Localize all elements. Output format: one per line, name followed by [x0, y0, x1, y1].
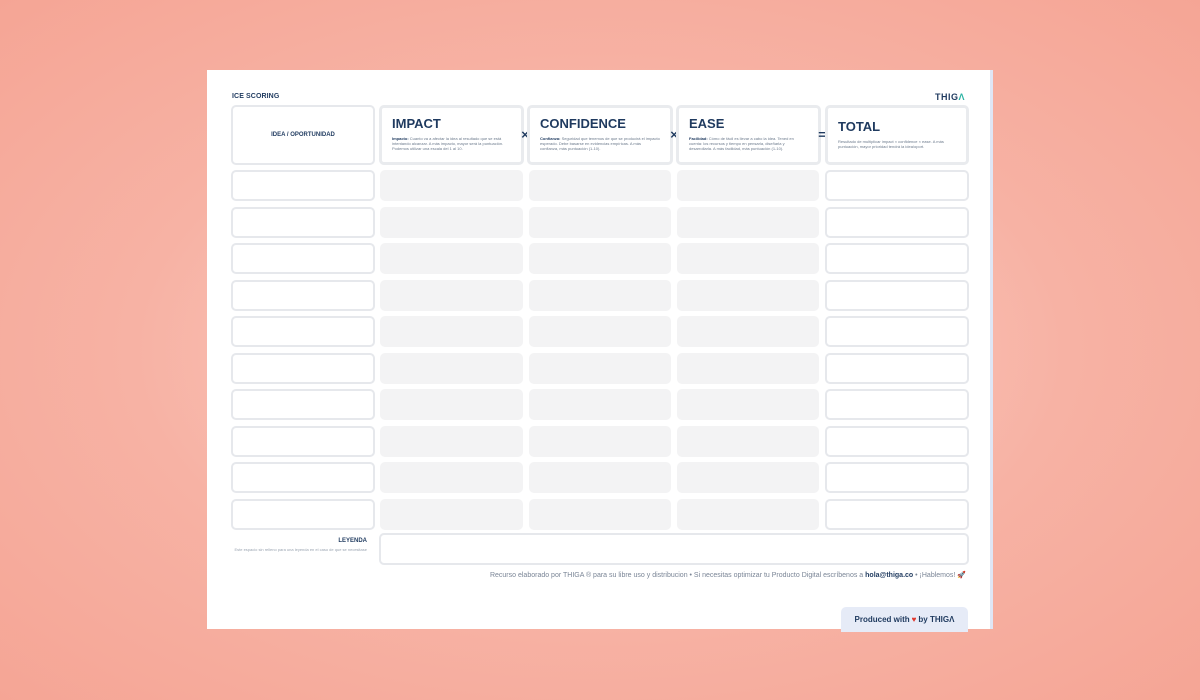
ease-cell[interactable] [677, 170, 819, 201]
confidence-cell[interactable] [529, 316, 671, 347]
confidence-description: Confianza: Seguridad que tenemos de que … [540, 136, 660, 151]
footer-text: Recurso elaborado por THIGA ® para su li… [489, 572, 866, 579]
impact-desc-text: Cuanto va a afectar la idea al resultado… [392, 136, 504, 151]
confidence-cell[interactable] [529, 389, 671, 420]
ease-cell[interactable] [677, 279, 819, 311]
idea-cell[interactable] [231, 279, 375, 311]
idea-cell[interactable] [231, 352, 375, 384]
produced-prefix: Produced with [854, 615, 910, 624]
total-cell[interactable] [825, 498, 969, 530]
leyenda-label: LEYENDA Este espacio sin relleno para un… [231, 538, 367, 552]
impact-title: IMPACT [392, 116, 441, 131]
footer-credits: Recurso elaborado por THIGA ® para su li… [207, 571, 966, 579]
heart-icon: ♥ [911, 615, 917, 624]
ease-cell[interactable] [677, 316, 819, 347]
ease-description: Facilidad: Cómo de fácil es llevar a cab… [689, 136, 808, 151]
impact-header: IMPACT Impacto: Cuanto va a afectar la i… [379, 105, 524, 165]
ease-cell[interactable] [677, 352, 819, 384]
impact-description: Impacto: Cuanto va a afectar la idea al … [392, 136, 511, 151]
impact-cell[interactable] [380, 170, 523, 201]
total-cell[interactable] [825, 279, 969, 311]
impact-cell[interactable] [380, 316, 523, 347]
ease-cell[interactable] [677, 206, 819, 238]
impact-cell[interactable] [380, 425, 523, 457]
ease-cell[interactable] [677, 462, 819, 493]
idea-cell[interactable] [231, 206, 375, 238]
total-description: Resultado de multiplicar impact × confid… [838, 139, 944, 149]
ease-cell[interactable] [677, 389, 819, 420]
impact-cell[interactable] [380, 462, 523, 493]
produced-by-badge[interactable]: Produced with ♥ by THIGΛ [841, 607, 968, 632]
idea-cell[interactable] [231, 462, 375, 493]
logo-accent: Λ [958, 92, 965, 102]
confidence-cell[interactable] [529, 462, 671, 493]
produced-suffix: by THIGΛ [918, 615, 955, 624]
confidence-cell[interactable] [529, 279, 671, 311]
ease-cell[interactable] [677, 243, 819, 274]
logo-text: THIG [934, 92, 959, 102]
confidence-cell[interactable] [529, 243, 671, 274]
idea-cell[interactable] [231, 389, 375, 420]
thiga-logo: THIGΛ [935, 92, 965, 102]
total-cell[interactable] [825, 170, 969, 201]
leyenda-subtitle: Este espacio sin relleno para una leyend… [234, 547, 367, 552]
impact-cell[interactable] [380, 279, 523, 311]
total-cell[interactable] [825, 389, 969, 420]
footer-email[interactable]: hola@thiga.co [865, 572, 913, 579]
ice-scoring-board: ICE SCORING THIGΛ IDEA / OPORTUNIDAD IMP… [207, 70, 993, 632]
leyenda-title: LEYENDA [338, 538, 367, 544]
idea-cell[interactable] [231, 316, 375, 347]
total-cell[interactable] [825, 462, 969, 493]
impact-cell[interactable] [380, 206, 523, 238]
ease-cell[interactable] [677, 498, 819, 530]
idea-cell[interactable] [231, 498, 375, 530]
idea-cell[interactable] [231, 425, 375, 457]
idea-header: IDEA / OPORTUNIDAD [231, 105, 375, 165]
idea-cell[interactable] [231, 170, 375, 201]
ease-title: EASE [689, 116, 725, 131]
total-title: TOTAL [838, 119, 881, 134]
total-cell[interactable] [825, 316, 969, 347]
ease-cell[interactable] [677, 425, 819, 457]
total-cell[interactable] [825, 243, 969, 274]
impact-cell[interactable] [380, 243, 523, 274]
impact-cell[interactable] [380, 389, 523, 420]
confidence-title: CONFIDENCE [540, 116, 626, 131]
total-cell[interactable] [825, 206, 969, 238]
confidence-cell[interactable] [529, 425, 671, 457]
total-cell[interactable] [825, 352, 969, 384]
idea-cell[interactable] [231, 243, 375, 274]
impact-cell[interactable] [380, 498, 523, 530]
total-cell[interactable] [825, 425, 969, 457]
footer-tail: • ¡Hablemos! 🚀 [913, 572, 966, 579]
total-header: TOTAL Resultado de multiplicar impact × … [825, 105, 969, 165]
leyenda-input[interactable] [379, 533, 969, 565]
confidence-cell[interactable] [529, 206, 671, 238]
confidence-header: CONFIDENCE Confianza: Seguridad que tene… [527, 105, 673, 165]
confidence-cell[interactable] [529, 170, 671, 201]
impact-cell[interactable] [380, 352, 523, 384]
board-title: ICE SCORING [232, 93, 280, 100]
confidence-cell[interactable] [529, 352, 671, 384]
confidence-cell[interactable] [529, 498, 671, 530]
ease-header: EASE Facilidad: Cómo de fácil es llevar … [676, 105, 821, 165]
